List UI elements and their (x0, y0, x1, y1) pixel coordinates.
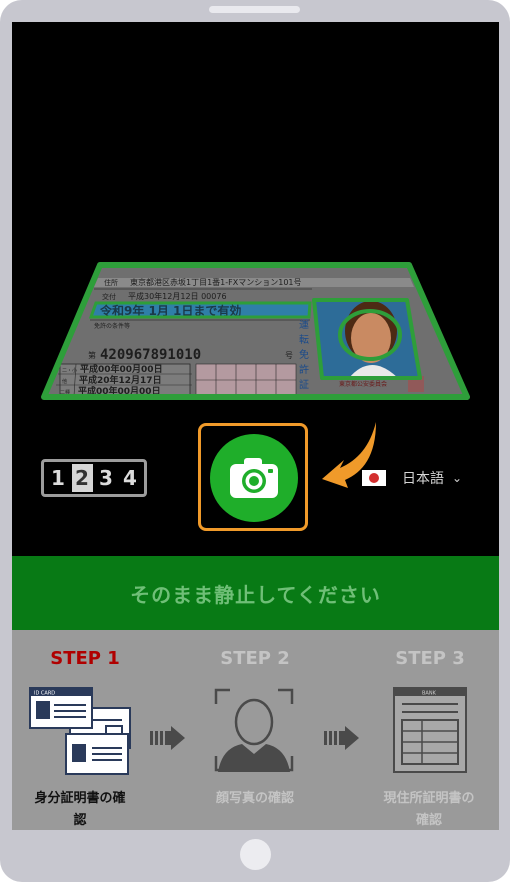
step-1-label: 身分証明書の確 認 (34, 791, 126, 828)
license-small-label-2: 他 (62, 378, 67, 385)
license-issuer: 東京都公安委員会 (339, 380, 387, 388)
arrow-right-icon-2 (324, 726, 359, 750)
license-date-2: 平成20年12月17日 (79, 374, 162, 386)
step-1-title: STEP 1 (50, 648, 120, 669)
face-photo-icon (214, 688, 294, 772)
step-2: STEP 2 (180, 648, 330, 669)
camera-viewfinder: 東京都港区赤坂1丁目1番1-FXマンション101号 住所 平成30年12月12日… (12, 22, 499, 556)
step-number-2: 2 (71, 464, 93, 492)
license-row-label-conditions: 免許の条件等 (94, 322, 130, 330)
step-1: STEP 1 (12, 648, 160, 669)
license-side-text: 運転免許証 (297, 319, 309, 394)
step-number-1: 1 (51, 466, 65, 490)
license-issue: 平成30年12月12日 00076 (128, 291, 227, 301)
instruction-text: そのまま静止してください (130, 582, 381, 607)
license-row-label-address: 住所 (104, 278, 118, 287)
step-number-3: 3 (99, 466, 113, 490)
license-row-label-issue: 交付 (102, 292, 116, 301)
driver-license-guide: 東京都港区赤坂1丁目1番1-FXマンション101号 住所 平成30年12月12日… (41, 262, 470, 400)
language-selector[interactable]: 日本語 ⌄ (362, 467, 462, 489)
phone-frame: 東京都港区赤坂1丁目1番1-FXマンション101号 住所 平成30年12月12日… (0, 0, 510, 882)
step-2-label: 顔写真の確認 (215, 791, 294, 806)
japan-flag-icon (362, 470, 386, 486)
license-number-suffix: 号 (285, 351, 293, 360)
bank-label: BANK (422, 691, 437, 697)
license-number-label: 第 (88, 350, 96, 360)
license-small-label-1: 二・小 (62, 367, 77, 374)
step-3: STEP 3 (355, 648, 499, 669)
license-number: 420967891010 (100, 347, 201, 363)
arrow-right-icon (150, 726, 185, 750)
camera-shutter-button[interactable] (210, 434, 298, 522)
step-progress-indicator: 1 2 3 4 (41, 459, 147, 497)
id-card-icon: ID CARD (29, 687, 131, 775)
chevron-down-icon: ⌄ (452, 471, 463, 485)
address-document-icon: BANK (393, 687, 467, 773)
step-2-title: STEP 2 (220, 648, 290, 669)
camera-screen: 東京都港区赤坂1丁目1番1-FXマンション101号 住所 平成30年12月12日… (12, 22, 499, 830)
phone-speaker (209, 6, 300, 13)
step-guide: STEP 1 STEP 2 STEP 3 ID CARD BANK 身分証明書の… (12, 630, 499, 830)
license-date-1: 平成00年00月00日 (80, 363, 163, 375)
home-button[interactable] (240, 839, 271, 870)
camera-icon (230, 458, 278, 498)
step-3-label: 現住所証明書の 確認 (383, 791, 475, 828)
instruction-banner: そのまま静止してください (12, 556, 499, 630)
language-label: 日本語 (402, 471, 444, 487)
step-number-4: 4 (123, 466, 137, 490)
id-card-label: ID CARD (34, 691, 55, 697)
license-address: 東京都港区赤坂1丁目1番1-FXマンション101号 (130, 277, 302, 287)
step-3-title: STEP 3 (395, 648, 465, 669)
